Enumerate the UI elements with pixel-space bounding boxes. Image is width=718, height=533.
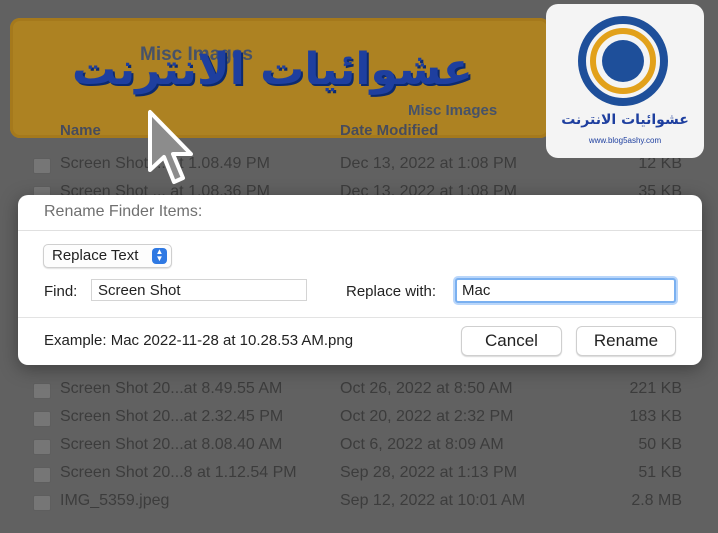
rename-mode-select[interactable]: Replace Text ▲ ▼ xyxy=(43,244,172,268)
rename-dialog: Rename Finder Items: Replace Text ▲ ▼ Fin… xyxy=(18,195,702,365)
chevron-up-down-icon: ▲ ▼ xyxy=(152,248,167,264)
rename-button[interactable]: Rename xyxy=(576,326,676,356)
globe-icon xyxy=(602,40,644,82)
logo-url: www.blog5ashy.com xyxy=(588,136,662,145)
watermark-logo: عشوائيات الانترنت www.blog5ashy.com xyxy=(546,4,704,158)
find-label: Find: xyxy=(44,283,78,300)
cancel-button[interactable]: Cancel xyxy=(461,326,562,356)
watermark-text: عشوائيات الانترنت xyxy=(72,44,473,95)
replace-label: Replace with: xyxy=(346,283,437,300)
logo-text: عشوائيات الانترنت xyxy=(561,112,689,128)
divider xyxy=(18,230,702,231)
replace-field[interactable]: Mac xyxy=(455,278,676,303)
rename-mode-value: Replace Text xyxy=(52,247,139,264)
mouse-pointer-icon xyxy=(148,110,193,184)
divider xyxy=(18,317,702,318)
example-text: Example: Mac 2022-11-28 at 10.28.53 AM.p… xyxy=(44,332,354,349)
find-field[interactable]: Screen Shot xyxy=(91,279,307,301)
dialog-title: Rename Finder Items: xyxy=(44,203,203,220)
